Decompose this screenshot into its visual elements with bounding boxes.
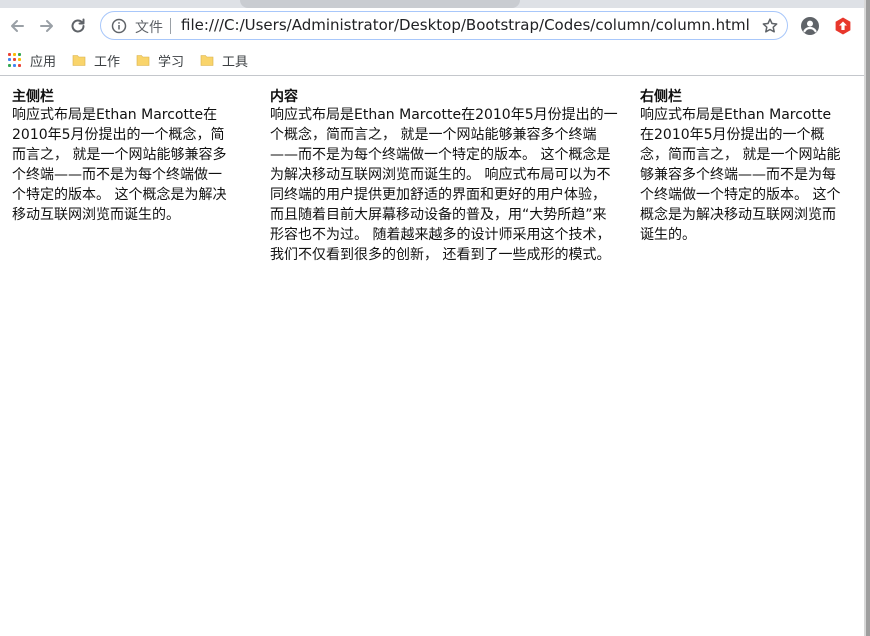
star-icon[interactable] xyxy=(761,17,779,35)
scrollbar-track xyxy=(864,0,866,636)
address-chip[interactable]: 文件 xyxy=(135,17,163,37)
bookmarks-bar: 应用 工作 学习 工具 xyxy=(0,46,870,74)
forward-icon xyxy=(40,20,53,32)
bookmark-label: 应用 xyxy=(30,54,57,70)
left-sidebar-column: 主侧栏 响应式布局是Ethan Marcotte在2010年5月份提出的一个概念… xyxy=(12,89,232,225)
right-sidebar-title: 右侧栏 xyxy=(640,89,682,105)
address-separator xyxy=(170,18,171,34)
main-content-column: 内容 响应式布局是Ethan Marcotte在2010年5月份提出的一个概念，… xyxy=(270,89,620,265)
bookmark-study[interactable]: 学习 xyxy=(136,50,184,70)
bookmark-label: 工具 xyxy=(222,54,249,70)
tab-strip xyxy=(0,0,870,8)
right-sidebar-text: 响应式布局是Ethan Marcotte在2010年5月份提出的一个概念，简而言… xyxy=(640,107,841,243)
left-sidebar-text: 响应式布局是Ethan Marcotte在2010年5月份提出的一个概念，简而言… xyxy=(12,107,227,223)
window-edge-scrollbar[interactable] xyxy=(864,0,870,636)
bookmark-apps[interactable]: 应用 xyxy=(8,50,56,70)
reload-icon xyxy=(71,18,85,33)
main-content-title: 内容 xyxy=(270,89,298,105)
reload-button[interactable] xyxy=(63,11,93,41)
bookmark-label: 学习 xyxy=(158,54,185,70)
page-content: 主侧栏 响应式布局是Ethan Marcotte在2010年5月份提出的一个概念… xyxy=(0,77,864,636)
forward-button[interactable] xyxy=(32,11,62,41)
toolbar-divider xyxy=(0,75,866,76)
bookmark-label: 工作 xyxy=(94,54,121,70)
right-sidebar-column: 右侧栏 响应式布局是Ethan Marcotte在2010年5月份提出的一个概念… xyxy=(640,89,845,245)
back-icon xyxy=(11,20,24,32)
bookmark-tools[interactable]: 工具 xyxy=(200,50,248,70)
browser-toolbar: 文件 file:///C:/Users/Administrator/Deskto… xyxy=(0,8,870,46)
address-bar[interactable]: 文件 file:///C:/Users/Administrator/Deskto… xyxy=(100,11,788,40)
apps-icon xyxy=(8,53,22,67)
bookmark-work[interactable]: 工作 xyxy=(72,50,120,70)
url-text[interactable]: file:///C:/Users/Administrator/Desktop/B… xyxy=(181,16,750,34)
left-sidebar-title: 主侧栏 xyxy=(12,89,54,105)
folder-icon xyxy=(200,55,214,66)
profile-icon[interactable] xyxy=(800,16,820,36)
extension-icon[interactable] xyxy=(833,16,853,36)
info-icon[interactable] xyxy=(111,18,127,34)
folder-icon xyxy=(72,55,86,66)
folder-icon xyxy=(136,55,150,66)
active-tab-edge[interactable] xyxy=(240,0,520,8)
main-content-text: 响应式布局是Ethan Marcotte在2010年5月份提出的一个概念，简而言… xyxy=(270,107,618,263)
back-button[interactable] xyxy=(2,11,32,41)
